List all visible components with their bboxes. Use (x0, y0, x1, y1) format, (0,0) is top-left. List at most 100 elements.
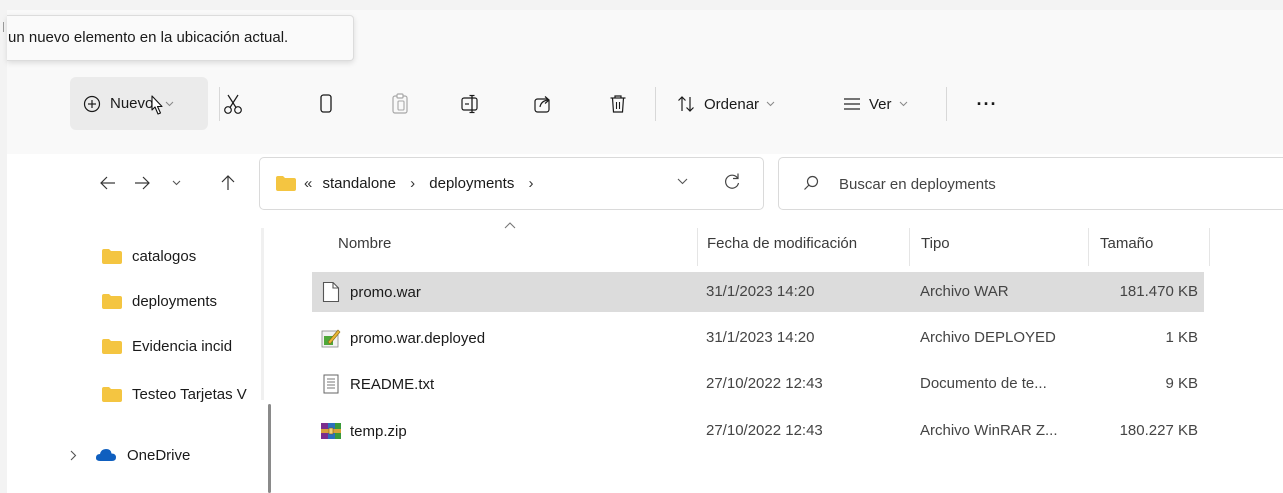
breadcrumb-separator[interactable]: › (529, 175, 534, 192)
folder-icon (102, 293, 122, 309)
nav-item-label: deployments (132, 292, 218, 310)
share-button[interactable] (524, 85, 562, 123)
folder-icon (102, 386, 122, 402)
nav-item-label: catalogos (132, 247, 197, 265)
paste-icon (392, 93, 408, 114)
nav-item-testeo[interactable]: Testeo Tarjetas V (102, 374, 259, 414)
nav-scrollbar[interactable] (268, 404, 271, 493)
nav-item-label: Testeo Tarjetas V (132, 385, 247, 403)
file-size: 1 KB (1165, 329, 1198, 346)
chevron-right-icon[interactable] (70, 450, 77, 461)
more-button[interactable]: ··· (967, 85, 1007, 123)
column-header-name[interactable]: Nombre (338, 226, 391, 262)
column-divider[interactable] (697, 228, 698, 266)
nav-item-onedrive[interactable]: OneDrive (70, 435, 190, 475)
text-file-icon (323, 374, 339, 394)
back-button[interactable] (91, 163, 125, 203)
file-date: 31/1/2023 14:20 (706, 329, 815, 346)
refresh-icon[interactable] (723, 172, 741, 192)
table-row[interactable]: promo.war.deployed 31/1/2023 14:20 Archi… (312, 318, 1204, 358)
folder-icon (102, 248, 122, 264)
table-row[interactable]: temp.zip 27/10/2022 12:43 Archivo WinRAR… (312, 411, 1204, 451)
file-date: 31/1/2023 14:20 (706, 283, 815, 300)
search-icon (804, 175, 819, 190)
nav-scroll-track (261, 228, 264, 400)
file-name: README.txt (350, 375, 435, 393)
file-type: Archivo WinRAR Z... (920, 422, 1058, 439)
view-icon (844, 98, 860, 110)
trash-icon (610, 95, 626, 113)
file-size: 9 KB (1165, 375, 1198, 392)
chevron-down-icon (899, 101, 907, 107)
nav-item-deployments[interactable]: deployments (102, 281, 259, 321)
file-date: 27/10/2022 12:43 (706, 375, 823, 392)
column-header-date[interactable]: Fecha de modificación (707, 226, 857, 262)
deployed-file-icon (321, 329, 341, 348)
blank-file-icon (322, 281, 340, 303)
address-bar[interactable]: « standalone › deployments › (259, 157, 764, 210)
tooltip: un nuevo elemento en la ubicación actual… (7, 15, 354, 61)
chevron-down-icon (172, 180, 180, 186)
window-left-edge (0, 10, 7, 493)
sort-button[interactable]: Ordenar (676, 85, 775, 123)
arrow-left-icon (100, 176, 115, 190)
winrar-icon (321, 423, 341, 439)
column-divider[interactable] (1088, 228, 1089, 266)
tooltip-text: un nuevo elemento en la ubicación actual… (8, 29, 289, 46)
more-icon: ··· (976, 93, 998, 114)
breadcrumb-item[interactable]: standalone (323, 175, 396, 192)
cut-button[interactable] (214, 85, 252, 123)
forward-button[interactable] (125, 163, 159, 203)
plus-circle-icon (83, 95, 101, 112)
column-header-size[interactable]: Tamaño (1100, 226, 1153, 262)
column-divider[interactable] (909, 228, 910, 266)
new-button[interactable]: Nuevo (70, 77, 208, 130)
nav-item-label: Evidencia incid (132, 337, 233, 355)
sort-label: Ordenar (704, 95, 760, 113)
toolbar-divider (946, 87, 947, 121)
table-row[interactable]: README.txt 27/10/2022 12:43 Documento de… (312, 364, 1204, 404)
arrow-right-icon (135, 176, 150, 190)
file-date: 27/10/2022 12:43 (706, 422, 823, 439)
breadcrumb-overflow[interactable]: « (304, 175, 312, 192)
delete-button[interactable] (599, 85, 637, 123)
nav-item-evidencia[interactable]: Evidencia incid (102, 326, 259, 366)
copy-button[interactable] (307, 85, 345, 123)
sort-icon (678, 96, 694, 112)
search-input[interactable] (837, 168, 1241, 201)
nav-item-label: OneDrive (127, 446, 191, 464)
file-size: 181.470 KB (1119, 283, 1198, 300)
file-name: promo.war (350, 283, 421, 301)
breadcrumb-item[interactable]: deployments (429, 175, 514, 192)
breadcrumb-separator[interactable]: › (410, 175, 415, 192)
rename-button[interactable] (452, 85, 490, 123)
sort-ascending-icon (504, 222, 516, 229)
window-top-strip (0, 0, 1283, 10)
share-icon (534, 96, 550, 113)
arrow-up-icon (221, 175, 235, 190)
chevron-down-icon[interactable] (677, 178, 688, 185)
recent-locations-button[interactable] (163, 163, 189, 203)
paste-button[interactable] (381, 85, 419, 123)
file-name: temp.zip (350, 422, 407, 440)
edge-tick (3, 22, 4, 32)
column-header-type[interactable]: Tipo (921, 226, 950, 262)
column-divider[interactable] (1209, 228, 1210, 266)
toolbar-divider (655, 87, 656, 121)
scissors-icon (224, 94, 242, 114)
copy-icon (320, 94, 332, 113)
file-name: promo.war.deployed (350, 329, 486, 347)
file-type: Documento de te... (920, 375, 1047, 392)
nav-item-catalogos[interactable]: catalogos (102, 236, 259, 276)
up-button[interactable] (211, 163, 245, 203)
mouse-cursor-icon (151, 95, 163, 115)
search-box[interactable] (778, 157, 1283, 210)
breadcrumb: « standalone › deployments › (304, 158, 544, 209)
file-type: Archivo DEPLOYED (920, 329, 1056, 346)
chevron-down-icon (766, 101, 775, 107)
folder-icon (276, 176, 296, 191)
file-type: Archivo WAR (920, 283, 1009, 300)
folder-icon (102, 338, 122, 354)
view-button[interactable]: Ver (843, 85, 908, 123)
table-row[interactable]: promo.war 31/1/2023 14:20 Archivo WAR 18… (312, 272, 1204, 312)
